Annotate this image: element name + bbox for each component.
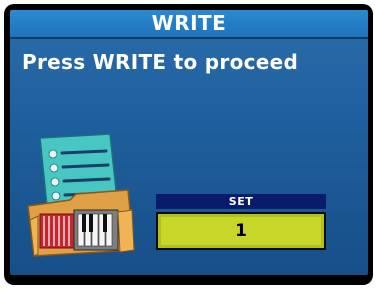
display-screen: WRITE Press WRITE to proceed SET 1	[10, 10, 368, 275]
set-panel: SET 1	[156, 194, 326, 252]
set-value-field[interactable]: 1	[156, 212, 326, 250]
set-label: SET	[156, 194, 326, 209]
instruction-text: Press WRITE to proceed	[22, 50, 299, 74]
window-title: WRITE	[10, 10, 368, 39]
accordion-writing-icon	[26, 132, 146, 257]
